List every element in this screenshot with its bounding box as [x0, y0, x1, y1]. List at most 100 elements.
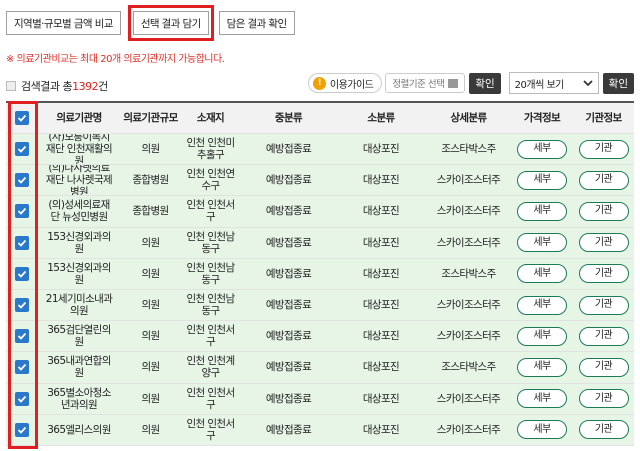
- price-detail-button[interactable]: 세부: [517, 233, 567, 253]
- org-info-button[interactable]: 기관: [578, 420, 629, 440]
- table-row: 365검단열린의원 의원 인천 인천서구 예방접종료 대상포진 스카이조스터주 세부 기관: [6, 321, 634, 353]
- org-info-button[interactable]: 기관: [578, 264, 629, 284]
- cell-detail-category: 스카이조스터주: [436, 392, 501, 405]
- cell-detail-category: 스카이조스터주: [436, 423, 501, 436]
- guide-label: 이용가이드: [329, 79, 374, 91]
- row-checkbox-cell: [6, 196, 37, 226]
- cell-size: 의원: [141, 267, 160, 280]
- org-info-button[interactable]: 기관: [578, 295, 629, 315]
- price-detail-button[interactable]: 세부: [517, 295, 567, 315]
- org-info-button[interactable]: 기관: [578, 326, 629, 346]
- page-size-confirm-button[interactable]: 확인: [602, 72, 634, 94]
- cell-size: 의원: [141, 299, 160, 312]
- cell-detail-category: 스카이조스터주: [436, 299, 501, 312]
- hospital-name: 365내과연합의원: [47, 355, 111, 380]
- row-checkbox-cell: [6, 415, 37, 445]
- cell-mid-category: 예방접종료: [265, 330, 312, 343]
- org-info-button[interactable]: 기관: [578, 139, 629, 159]
- row-checkbox[interactable]: [14, 391, 29, 406]
- result-suffix: 건: [98, 80, 108, 93]
- view-selected-button[interactable]: 담은 결과 확인: [218, 11, 295, 35]
- cell-name: 21세기미소내과의원: [37, 290, 121, 320]
- row-checkbox-cell: [6, 134, 37, 164]
- notice-text: ※ 의료기관비교는 최대 20개 의료기관까지 가능합니다.: [6, 54, 225, 65]
- cell-detail-category: 스카이조스터주: [436, 174, 501, 187]
- cell-mid-category: 예방접종료: [265, 143, 312, 156]
- add-selected-button[interactable]: 선택 결과 담기: [132, 11, 209, 35]
- header-price-info: 가격정보: [523, 112, 561, 124]
- price-detail-button[interactable]: 세부: [517, 170, 567, 190]
- cell-detail-category: 스카이조스터주: [436, 236, 501, 249]
- location-text: 인천 인천남동구: [186, 293, 235, 318]
- location-text: 인천 인천계양구: [186, 355, 235, 380]
- cell-sub-category: 대상포진: [362, 299, 400, 312]
- table-header-row: 의료기관명 의료기관규모 소재지 중분류 소분류 상세분류 가격정보 기관정보: [6, 103, 634, 134]
- row-checkbox-cell: [6, 352, 37, 382]
- cell-detail-category: 스카이조스터주: [436, 330, 501, 343]
- price-detail-button[interactable]: 세부: [517, 139, 567, 159]
- cell-price: 세부: [511, 165, 573, 195]
- hospital-name: 153신경외과의원: [47, 230, 111, 255]
- cell-org: 기관: [573, 228, 634, 258]
- price-detail-button[interactable]: 세부: [517, 420, 567, 440]
- select-all-checkbox[interactable]: [14, 111, 29, 125]
- cell-detail-category: 조스타박스주: [441, 361, 496, 374]
- row-checkbox-cell: [6, 290, 37, 320]
- hospital-name: 365별소아청소년과의원: [47, 386, 111, 411]
- cell-org: 기관: [573, 352, 634, 382]
- cell-size: 의원: [141, 423, 160, 436]
- table-row: 365엘리스의원 의원 인천 인천서구 예방접종료 대상포진 스카이조스터주 세부 기관: [6, 414, 634, 446]
- page-size-select[interactable]: 20개씩 보기: [508, 72, 599, 94]
- cell-price: 세부: [511, 259, 573, 289]
- cell-sub-category: 대상포진: [362, 267, 400, 280]
- cell-name: 365엘리스의원: [37, 415, 121, 445]
- row-checkbox[interactable]: [14, 266, 29, 281]
- price-detail-button[interactable]: 세부: [517, 264, 567, 284]
- row-checkbox[interactable]: [14, 204, 29, 219]
- location-text: 인천 인천남동구: [186, 261, 235, 286]
- compare-tab-button[interactable]: 지역별·규모별 금액 비교: [6, 11, 121, 35]
- hospital-name: (의)나사렛의료재단 나사렛국제병원: [45, 165, 113, 196]
- row-checkbox[interactable]: [14, 329, 29, 344]
- price-detail-button[interactable]: 세부: [517, 326, 567, 346]
- header-name: 의료기관명: [56, 112, 102, 124]
- cell-org: 기관: [573, 196, 634, 226]
- guide-button[interactable]: ! 이용가이드: [307, 73, 383, 93]
- price-detail-button[interactable]: 세부: [517, 201, 567, 221]
- hospital-name: 21세기미소내과의원: [45, 293, 113, 318]
- cell-org: 기관: [573, 321, 634, 351]
- location-text: 인천 인천남동구: [186, 230, 235, 255]
- cell-size: 의원: [141, 236, 160, 249]
- price-detail-button[interactable]: 세부: [517, 389, 567, 409]
- row-checkbox[interactable]: [14, 173, 29, 188]
- table-row: 153신경외과의원 의원 인천 인천남동구 예방접종료 대상포진 조스타박스주 세부 기관: [6, 258, 634, 290]
- hospital-name: 153신경외과의원: [47, 261, 111, 286]
- sort-select[interactable]: 정렬기준 선택: [385, 73, 466, 93]
- row-checkbox-cell: [6, 321, 37, 351]
- info-icon: !: [312, 76, 326, 90]
- row-checkbox[interactable]: [14, 298, 29, 313]
- org-info-button[interactable]: 기관: [578, 233, 629, 253]
- row-checkbox[interactable]: [14, 360, 29, 375]
- price-detail-button[interactable]: 세부: [517, 357, 567, 377]
- row-checkbox[interactable]: [14, 142, 29, 157]
- sort-confirm-button[interactable]: 확인: [469, 72, 501, 94]
- org-info-button[interactable]: 기관: [578, 389, 629, 409]
- cell-name: 365내과연합의원: [37, 352, 121, 382]
- cell-size: 의원: [141, 361, 160, 374]
- org-info-button[interactable]: 기관: [578, 357, 629, 377]
- header-mid-category: 중분류: [274, 112, 303, 124]
- location-text: 인천 인천서구: [186, 386, 235, 411]
- org-info-button[interactable]: 기관: [578, 170, 629, 190]
- header-detail-category: 상세분류: [450, 112, 487, 124]
- row-checkbox[interactable]: [14, 422, 29, 437]
- cell-location: 인천 인천서구: [180, 321, 241, 351]
- cell-price: 세부: [511, 415, 573, 445]
- row-checkbox[interactable]: [14, 235, 29, 250]
- table-row: (의)나사렛의료재단 나사렛국제병원 종합병원 인천 인천연수구 예방접종료 대상포진 스…: [6, 165, 634, 197]
- table-row: (의)성세의료재단 뉴성민병원 종합병원 인천 인천서구 예방접종료 대상포진 스카이조스…: [6, 196, 634, 228]
- highlight-box-add-selected: 선택 결과 담기: [127, 5, 214, 41]
- cell-price: 세부: [511, 228, 573, 258]
- org-info-button[interactable]: 기관: [578, 201, 629, 221]
- cell-sub-category: 대상포진: [362, 330, 400, 343]
